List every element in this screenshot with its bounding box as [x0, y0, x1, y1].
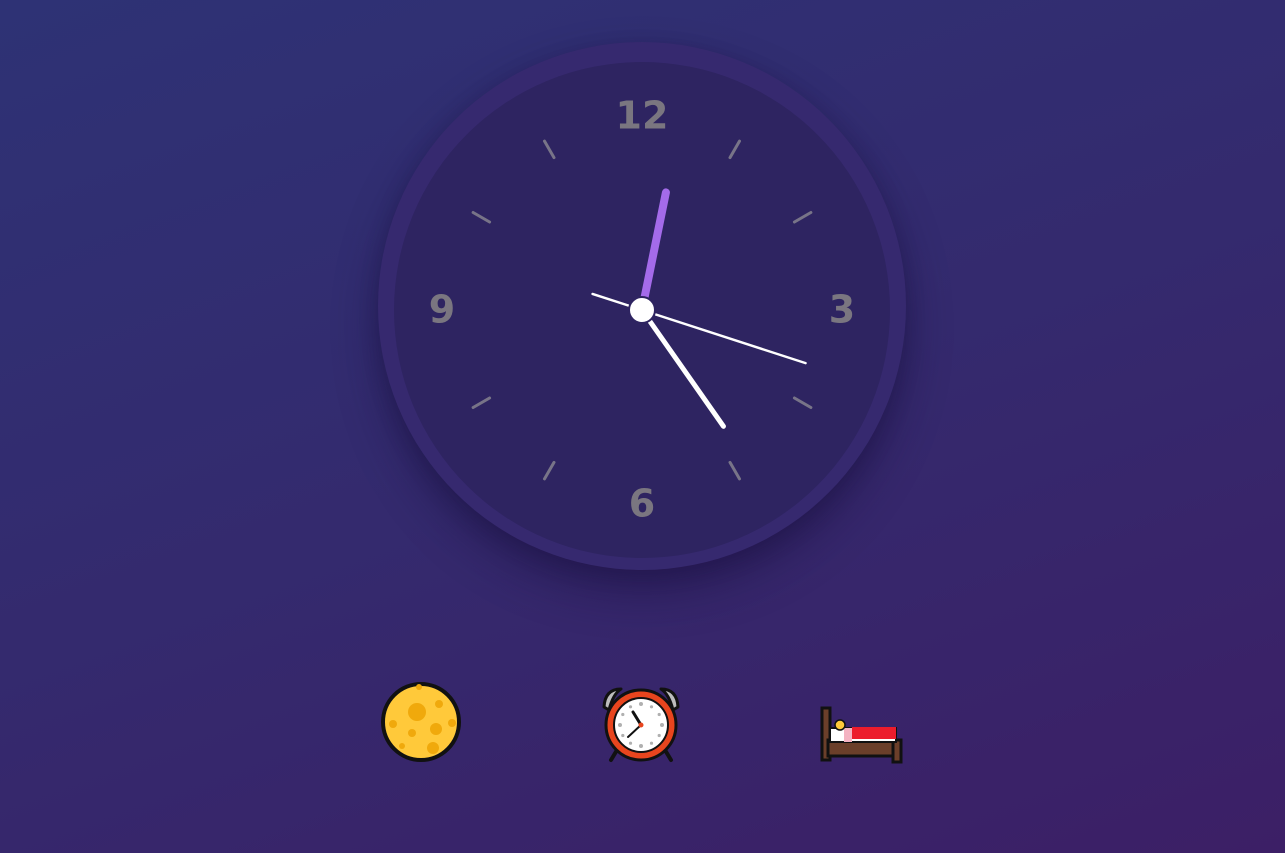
hour-tick [471, 211, 492, 224]
bed-icon [820, 706, 903, 764]
moon-button[interactable] [379, 680, 463, 764]
hour-tick [543, 460, 556, 481]
clock-dial: 12 3 6 9 [429, 94, 855, 526]
clock-center-pin [628, 296, 656, 324]
moon-icon [381, 682, 461, 762]
hour-tick [792, 396, 813, 409]
numeral-3: 3 [829, 288, 855, 332]
second-hand [591, 292, 807, 365]
mode-controls [0, 680, 1285, 764]
sleep-button[interactable] [819, 680, 903, 764]
hour-tick [543, 139, 556, 160]
analog-clock: 12 3 6 9 [378, 42, 906, 570]
hour-hand [638, 188, 670, 314]
numeral-12: 12 [616, 94, 669, 138]
alarm-clock-icon [602, 687, 680, 762]
hour-tick [471, 396, 492, 409]
alarm-button[interactable] [599, 680, 683, 764]
hour-tick [728, 139, 741, 160]
minute-hand [639, 307, 726, 429]
hour-tick [792, 211, 813, 224]
numeral-9: 9 [429, 288, 455, 332]
numeral-6: 6 [629, 482, 655, 526]
hour-tick [728, 460, 741, 481]
